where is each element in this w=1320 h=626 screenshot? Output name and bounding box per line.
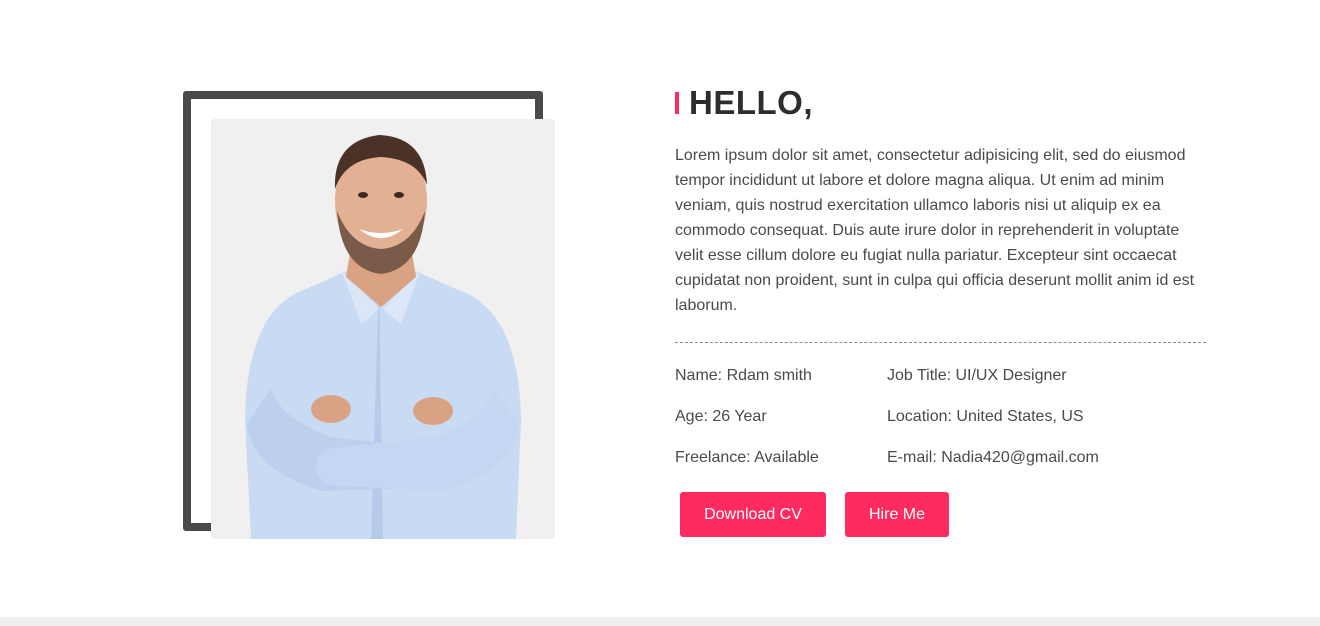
bio-paragraph: Lorem ipsum dolor sit amet, consectetur … xyxy=(675,147,1195,314)
info-job-title: Job Title: UI/UX Designer xyxy=(887,367,1067,384)
info-freelance: Freelance: Available xyxy=(675,449,819,466)
heading-accent-bar xyxy=(675,92,679,114)
person-portrait-image xyxy=(211,119,555,539)
info-name: Name: Rdam smith xyxy=(675,367,812,384)
info-email: E-mail: Nadia420@gmail.com xyxy=(887,449,1099,466)
hire-me-button[interactable]: Hire Me xyxy=(845,492,949,537)
about-section: HELLO, Lorem ipsum dolor sit amet, conse… xyxy=(0,0,1320,626)
info-location: Location: United States, US xyxy=(887,408,1084,425)
dashed-divider xyxy=(675,342,1206,343)
section-bottom-strip xyxy=(0,617,1320,626)
section-heading: HELLO, xyxy=(675,84,813,122)
personal-info-grid: Name: Rdam smith Job Title: UI/UX Design… xyxy=(675,364,1206,470)
info-age: Age: 26 Year xyxy=(675,408,767,425)
profile-photo xyxy=(211,119,555,539)
heading-title: HELLO, xyxy=(689,84,813,121)
action-buttons: Download CV Hire Me xyxy=(680,492,949,537)
download-cv-button[interactable]: Download CV xyxy=(680,492,826,537)
